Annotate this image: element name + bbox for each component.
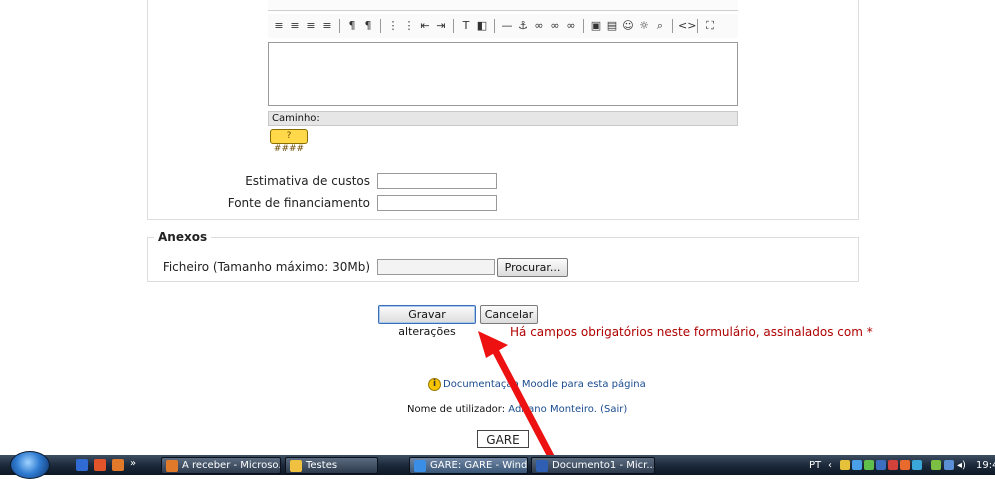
cost-input[interactable] — [377, 173, 497, 189]
attachments-legend: Anexos — [154, 230, 212, 244]
task-browser-gare[interactable]: GARE: GARE - Wind... — [409, 457, 528, 474]
cancel-button[interactable]: Cancelar — [480, 305, 538, 324]
language-indicator[interactable]: PT — [809, 460, 821, 471]
toolbar-separator — [380, 19, 381, 33]
image-icon[interactable]: ▣ — [589, 19, 603, 33]
unordered-list-icon[interactable]: ⋮ — [402, 19, 416, 33]
user-prefix: Nome de utilizador: — [407, 404, 506, 415]
link-icon[interactable]: ∞ — [532, 19, 546, 33]
align-right-icon[interactable]: ≡ — [304, 19, 318, 33]
toolbar-separator — [583, 19, 584, 33]
info-icon: i — [428, 378, 441, 391]
toolbar-separator — [453, 19, 454, 33]
editor-help-button[interactable]: ? #### — [270, 129, 308, 154]
editor-textarea[interactable] — [268, 42, 738, 106]
tray-icon-6[interactable] — [900, 460, 910, 470]
task-outlook[interactable]: A receber - Microso... — [161, 457, 281, 474]
horizontal-rule-icon[interactable]: — — [500, 19, 514, 33]
align-left-icon[interactable]: ≡ — [272, 19, 286, 33]
task-word-document[interactable]: Documento1 - Micr... — [531, 457, 655, 474]
toolbar-separator — [672, 19, 673, 33]
anchor-icon[interactable]: ⚓ — [516, 19, 530, 33]
folder-icon — [290, 460, 302, 472]
toolbar-separator — [339, 19, 340, 33]
file-label: Ficheiro (Tamanho máximo: 30Mb) — [162, 260, 370, 274]
task-label: GARE: GARE - Wind... — [430, 460, 528, 471]
outlook-icon — [166, 460, 178, 472]
editor-path-bar: Caminho: — [268, 111, 738, 126]
save-changes-button[interactable]: Gravar alterações — [378, 305, 476, 338]
browse-button[interactable]: Procurar... — [497, 258, 568, 277]
tray-icon-1[interactable] — [840, 460, 850, 470]
editor-toolbar: ≡ ≡ ≡ ≡ ¶ ¶ ⋮ ⋮ ⇤ ⇥ T ◧ — ⚓ ∞ ∞ ∞ ▣ ▤ ☺ ☼ ⌕ <> ⛶ — [268, 14, 738, 38]
tray-icon-3[interactable] — [864, 460, 874, 470]
quicklaunch-media-icon[interactable] — [94, 459, 106, 471]
required-fields-note: Há campos obrigatórios neste formulário,… — [510, 325, 873, 339]
display-icon[interactable] — [944, 460, 954, 470]
task-label: Documento1 - Micr... — [552, 460, 655, 471]
funding-label: Fonte de financiamento — [227, 196, 370, 210]
task-label: A receber - Microso... — [182, 460, 281, 471]
logged-in-user-line: Nome de utilizador: Adriano Monteiro. (S… — [407, 404, 627, 415]
funding-input[interactable] — [377, 195, 497, 211]
volume-icon[interactable]: ◂) — [957, 460, 966, 471]
align-justify-icon[interactable]: ≡ — [320, 19, 334, 33]
align-center-icon[interactable]: ≡ — [288, 19, 302, 33]
tray-icon-4[interactable] — [876, 460, 886, 470]
ltr-icon[interactable]: ¶ — [345, 19, 359, 33]
editor-toolbar-row-1 — [268, 0, 738, 11]
file-path-input[interactable] — [377, 259, 495, 275]
tray-icon-5[interactable] — [888, 460, 898, 470]
quicklaunch-overflow-icon[interactable]: » — [130, 458, 136, 469]
user-profile-link[interactable]: Adriano Monteiro. — [508, 404, 597, 415]
special-char-icon[interactable]: ☼ — [637, 19, 651, 33]
unlink-icon[interactable]: ∞ — [548, 19, 562, 33]
ordered-list-icon[interactable]: ⋮ — [386, 19, 400, 33]
rtl-icon[interactable]: ¶ — [361, 19, 375, 33]
moodle-docs-link[interactable]: Documentação Moodle para esta página — [443, 379, 646, 390]
background-color-icon[interactable]: ◧ — [475, 19, 489, 33]
fullscreen-icon[interactable]: ⛶ — [703, 19, 717, 33]
no-link-icon[interactable]: ∞ — [564, 19, 578, 33]
quicklaunch-outlook-icon[interactable] — [112, 459, 124, 471]
home-link[interactable]: GARE — [477, 430, 529, 448]
text-color-icon[interactable]: T — [459, 19, 473, 33]
html-source-icon[interactable]: <> — [678, 19, 696, 33]
quicklaunch-ie-icon[interactable] — [76, 459, 88, 471]
word-icon — [536, 460, 548, 472]
browser-icon — [414, 460, 426, 472]
smiley-icon[interactable]: ☺ — [621, 19, 635, 33]
toolbar-separator — [697, 19, 698, 33]
task-label: Testes — [306, 460, 338, 471]
tray-icon-7[interactable] — [912, 460, 922, 470]
network-icon[interactable] — [931, 460, 941, 470]
toolbar-separator — [494, 19, 495, 33]
indent-icon[interactable]: ⇥ — [434, 19, 448, 33]
tray-icon-2[interactable] — [852, 460, 862, 470]
cost-label: Estimativa de custos — [245, 174, 370, 188]
table-icon[interactable]: ▤ — [605, 19, 619, 33]
search-replace-icon[interactable]: ⌕ — [653, 19, 667, 33]
clock[interactable]: 19:4 — [976, 460, 995, 471]
task-explorer-testes[interactable]: Testes — [285, 457, 378, 474]
logout-link[interactable]: (Sair) — [600, 404, 627, 415]
editor-path-label: Caminho: — [272, 113, 320, 124]
outdent-icon[interactable]: ⇤ — [418, 19, 432, 33]
tray-expand-icon[interactable]: ‹ — [828, 460, 832, 471]
